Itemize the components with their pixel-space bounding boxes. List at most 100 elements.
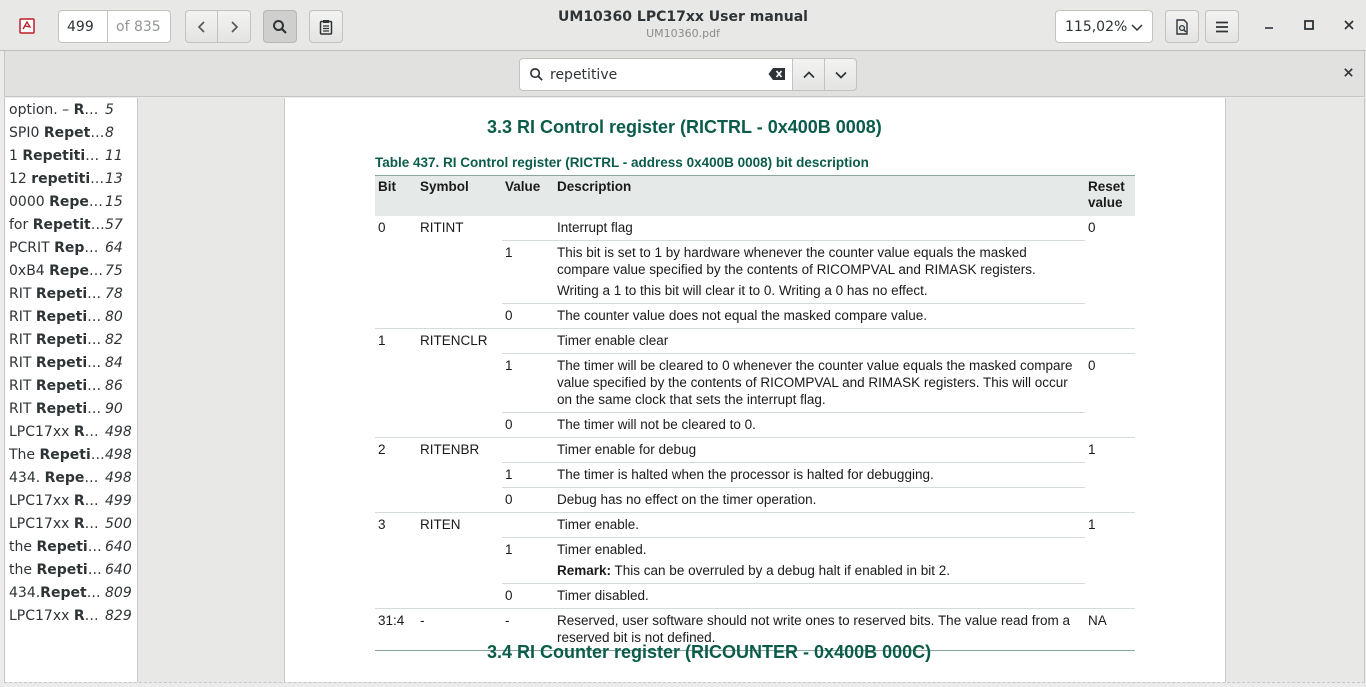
previous-page-button[interactable]	[185, 10, 218, 43]
cell-reset: 0	[1085, 353, 1135, 438]
cell-symbol: RITEN	[417, 512, 502, 609]
search-results-list: option. – Re...5SPI0 Repeti...81 Repetit…	[5, 98, 137, 627]
main-menu-button[interactable]	[1205, 10, 1239, 43]
chevron-down-icon	[1131, 24, 1143, 32]
cell-value	[502, 328, 554, 354]
cell-description: Timer disabled.	[554, 583, 1085, 609]
search-result-context: option. – Re...	[9, 102, 105, 118]
document-view[interactable]: 3.3 RI Control register (RICTRL - 0x400B…	[138, 98, 1365, 682]
search-result-item[interactable]: the Repetit... 640	[5, 558, 137, 581]
search-result-item[interactable]: PCRIT Repe... 64	[5, 236, 137, 259]
search-result-item[interactable]: RIT Repetit... 84	[5, 351, 137, 374]
search-result-page: 498	[105, 469, 132, 486]
cell-description: Timer enabled. Remark: This can be overr…	[554, 537, 1085, 584]
search-result-item[interactable]: LPC17xx Re...498	[5, 420, 137, 443]
search-result-prefix: the	[9, 538, 37, 555]
search-result-context: RIT Repetit...	[9, 286, 105, 302]
zoom-selector[interactable]: 115,02%	[1055, 10, 1153, 43]
evince-app-icon[interactable]	[15, 14, 39, 38]
search-result-context: RIT Repetit...	[9, 332, 105, 348]
search-result-item[interactable]: RIT Repetit... 90	[5, 397, 137, 420]
page-number-input[interactable]: 499	[59, 11, 108, 42]
search-result-item[interactable]: LPC17xx Re...499	[5, 489, 137, 512]
search-result-item[interactable]: RIT Repetit... 82	[5, 328, 137, 351]
search-result-item[interactable]: 0000 Repet...15	[5, 190, 137, 213]
search-result-context: the Repetit...	[9, 539, 105, 555]
search-result-item[interactable]: SPI0 Repeti... 8	[5, 121, 137, 144]
search-result-item[interactable]: option. – Re...5	[5, 98, 137, 121]
search-result-item[interactable]: LPC17xx Re...829	[5, 604, 137, 627]
find-previous-button[interactable]	[792, 58, 825, 91]
search-result-prefix: LPC17xx	[9, 607, 74, 624]
search-result-match: Repet...	[49, 193, 105, 210]
search-result-page: 11	[105, 147, 123, 164]
next-page-button[interactable]	[218, 10, 251, 43]
search-result-item[interactable]: 0xB4 Repet...75	[5, 259, 137, 282]
search-result-prefix: for	[9, 216, 33, 233]
search-result-page: 500	[105, 515, 132, 532]
maximize-button[interactable]	[1300, 16, 1318, 34]
search-result-item[interactable]: 434. Repeti...498	[5, 466, 137, 489]
search-result-prefix: RIT	[9, 377, 36, 394]
close-icon	[1344, 68, 1353, 77]
annotations-button[interactable]	[309, 10, 343, 43]
cell-description: The timer will be cleared to 0 whenever …	[554, 353, 1085, 413]
cell-reset: 0	[1088, 220, 1096, 235]
search-result-match: repetiti...	[31, 170, 105, 187]
search-result-match: Repe...	[54, 239, 105, 256]
description-text: Timer enabled.	[557, 542, 647, 557]
search-result-item[interactable]: 434.Repetit...809	[5, 581, 137, 604]
search-result-page: 82	[105, 331, 123, 348]
search-result-prefix: 0000	[9, 193, 50, 210]
search-input[interactable]	[550, 64, 755, 86]
close-find-bar-button[interactable]	[1343, 67, 1354, 82]
search-result-match: Repetit...	[35, 331, 105, 348]
page-number-entry[interactable]: 499 of 835	[58, 10, 171, 43]
search-result-item[interactable]: RIT Repetit... 80	[5, 305, 137, 328]
search-field[interactable]	[519, 58, 793, 91]
search-result-match: Re...	[73, 607, 105, 624]
search-result-prefix: 434.	[9, 584, 41, 601]
search-result-item[interactable]: The Repetit...498	[5, 443, 137, 466]
cell-description: Timer enable clear	[554, 328, 1085, 354]
search-result-match: Repetit...	[35, 377, 105, 394]
search-result-context: RIT Repetit...	[9, 378, 105, 394]
cell-value: 0	[502, 583, 554, 609]
search-result-item[interactable]: 1 Repetitiv... 11	[5, 144, 137, 167]
cell-bit: 1	[375, 328, 417, 438]
minimize-button[interactable]	[1260, 16, 1278, 34]
close-window-button[interactable]	[1340, 16, 1358, 34]
document-properties-button[interactable]	[1165, 10, 1199, 43]
cell-description: This bit is set to 1 by hardware wheneve…	[554, 240, 1085, 304]
remark-body: This can be overruled by a debug halt if…	[611, 563, 951, 578]
header-bar: 499 of 835 UM10360 LPC17xx User manual U…	[0, 0, 1366, 51]
search-result-context: 1 Repetitiv...	[9, 148, 105, 164]
document-filename: UM10360.pdf	[646, 27, 720, 40]
search-toggle-button[interactable]	[263, 10, 297, 43]
cell-reset	[1085, 328, 1135, 354]
search-result-item[interactable]: the Repetit... 640	[5, 535, 137, 558]
find-bar	[4, 51, 1365, 97]
search-result-context: RIT Repetit...	[9, 401, 105, 417]
register-bit-table: Bit Symbol Value Description Reset value…	[375, 175, 1135, 651]
search-result-match: Repet...	[49, 262, 105, 279]
search-result-context: LPC17xx Re...	[9, 493, 105, 509]
page-nav-group	[185, 10, 251, 43]
cell-description: Timer enable.	[554, 512, 1085, 538]
search-result-item[interactable]: RIT Repetit... 86	[5, 374, 137, 397]
cell-description: Interrupt flag	[557, 220, 633, 235]
search-result-item[interactable]: RIT Repetit... 78	[5, 282, 137, 305]
header-bit: Bit	[375, 175, 417, 216]
search-result-prefix: RIT	[9, 308, 36, 325]
cell-value: 0	[502, 412, 554, 438]
table-row: 3 RITEN Timer enable. 1	[375, 512, 1135, 609]
search-result-item[interactable]: 12 repetiti... 13	[5, 167, 137, 190]
close-icon	[1344, 20, 1354, 30]
section-heading-3-4: 3.4 RI Counter register (RICOUNTER - 0x4…	[487, 642, 932, 662]
search-result-page: 498	[105, 446, 132, 463]
search-result-item[interactable]: LPC17xx Re...500	[5, 512, 137, 535]
search-result-item[interactable]: for Repetiti... 57	[5, 213, 137, 236]
find-next-button[interactable]	[824, 58, 857, 91]
search-result-prefix: LPC17xx	[9, 515, 74, 532]
cell-description: The timer will not be cleared to 0.	[554, 412, 1085, 438]
